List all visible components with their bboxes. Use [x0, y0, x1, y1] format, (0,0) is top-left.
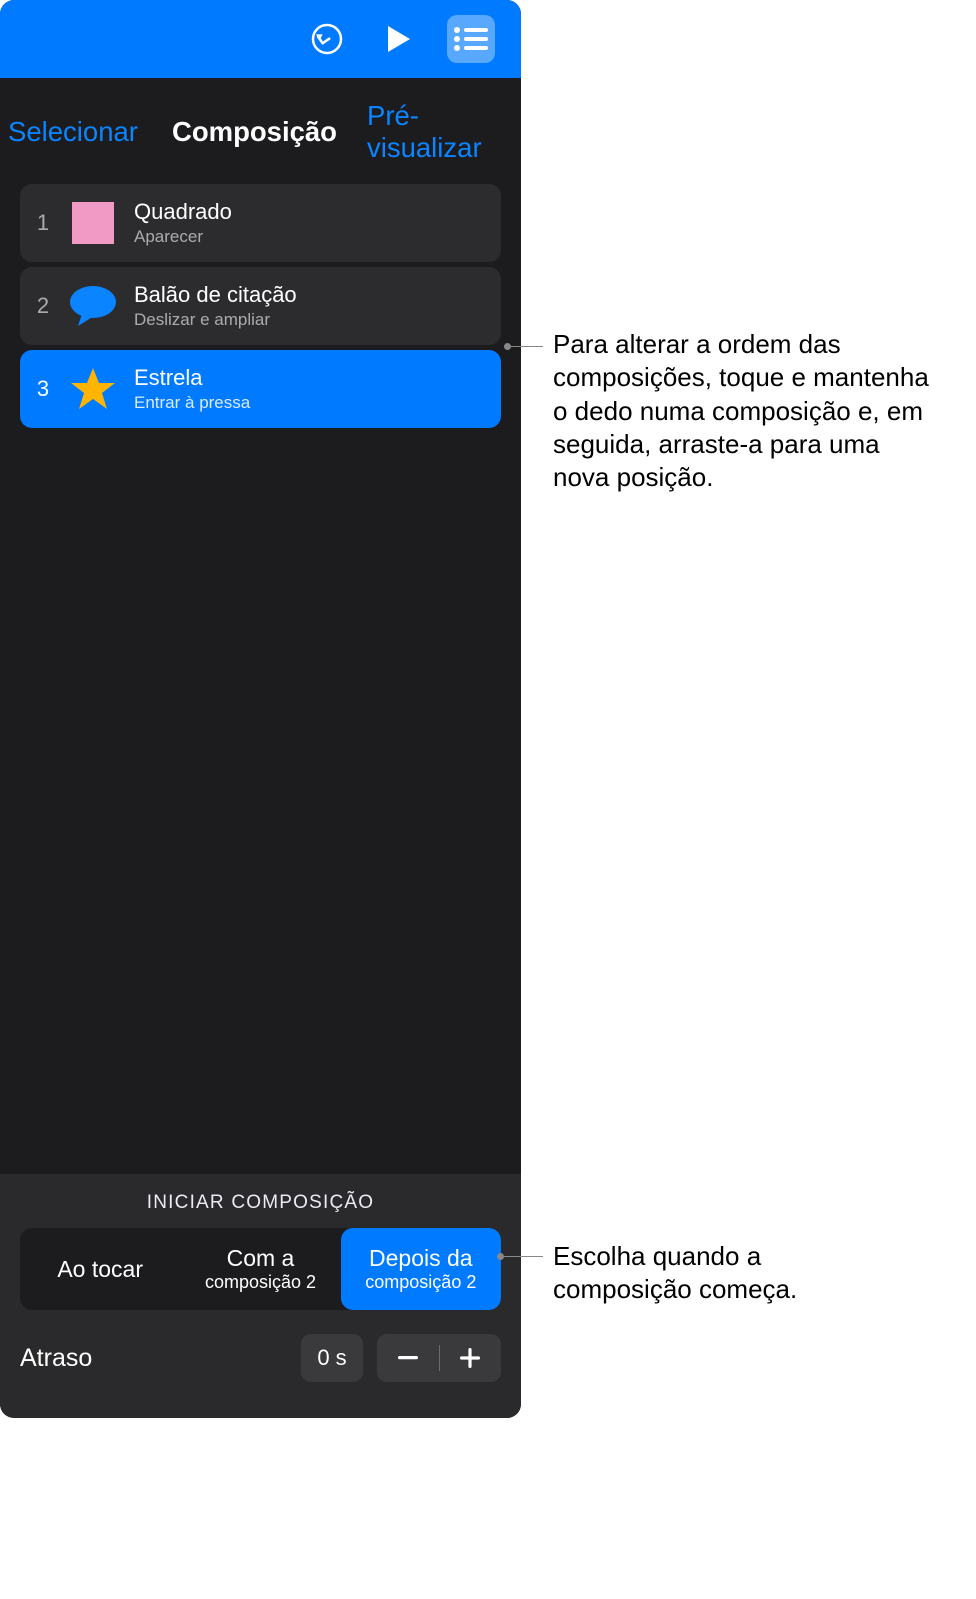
seg-with-prev[interactable]: Com a composição 2	[180, 1228, 340, 1310]
toolbar	[0, 0, 521, 78]
row-title: Estrela	[134, 365, 489, 391]
seg-after-prev[interactable]: Depois da composição 2	[341, 1228, 501, 1310]
stepper-minus[interactable]	[377, 1356, 439, 1360]
delay-value[interactable]: 0 s	[301, 1334, 363, 1382]
list-item[interactable]: 2 Balão de citação Deslizar e ampliar	[20, 267, 501, 345]
row-subtitle: Entrar à pressa	[134, 393, 489, 413]
view-tabs: Selecionar Composição Pré-visualizar	[0, 78, 521, 184]
delay-stepper	[377, 1334, 501, 1382]
row-title: Quadrado	[134, 199, 489, 225]
footer-title: INICIAR COMPOSIÇÃO	[20, 1192, 501, 1214]
play-button[interactable]	[375, 15, 423, 63]
delay-label: Atraso	[20, 1344, 287, 1373]
callout-start: Escolha quando a composição começa.	[553, 1240, 853, 1307]
delay-row: Atraso 0 s	[20, 1334, 501, 1382]
row-title: Balão de citação	[134, 282, 489, 308]
callout-reorder: Para alterar a ordem das composições, to…	[553, 328, 933, 494]
footer-controls: INICIAR COMPOSIÇÃO Ao tocar Com a compos…	[0, 1174, 521, 1418]
row-subtitle: Deslizar e ampliar	[134, 310, 489, 330]
tab-preview[interactable]: Pré-visualizar	[359, 96, 521, 168]
start-segmented-control: Ao tocar Com a composição 2 Depois da co…	[20, 1228, 501, 1310]
row-subtitle: Aparecer	[134, 227, 489, 247]
composition-panel: Selecionar Composição Pré-visualizar 1 Q…	[0, 0, 521, 1418]
tab-select[interactable]: Selecionar	[0, 112, 146, 152]
row-number: 3	[20, 376, 66, 402]
list-item-selected[interactable]: 3 Estrela Entrar à pressa	[20, 350, 501, 428]
order-list-button[interactable]	[447, 15, 495, 63]
composition-list: 1 Quadrado Aparecer 2 Balão de citação D…	[0, 184, 521, 428]
star-icon	[68, 364, 118, 414]
tab-compose[interactable]: Composição	[164, 112, 345, 152]
square-icon	[68, 198, 118, 248]
row-number: 2	[20, 293, 66, 319]
callout-line	[501, 1256, 543, 1257]
undo-button[interactable]	[303, 15, 351, 63]
row-number: 1	[20, 210, 66, 236]
callout-line	[508, 346, 543, 347]
speech-bubble-icon	[68, 281, 118, 331]
list-item[interactable]: 1 Quadrado Aparecer	[20, 184, 501, 262]
seg-on-tap[interactable]: Ao tocar	[20, 1228, 180, 1310]
stepper-plus[interactable]	[440, 1348, 502, 1368]
